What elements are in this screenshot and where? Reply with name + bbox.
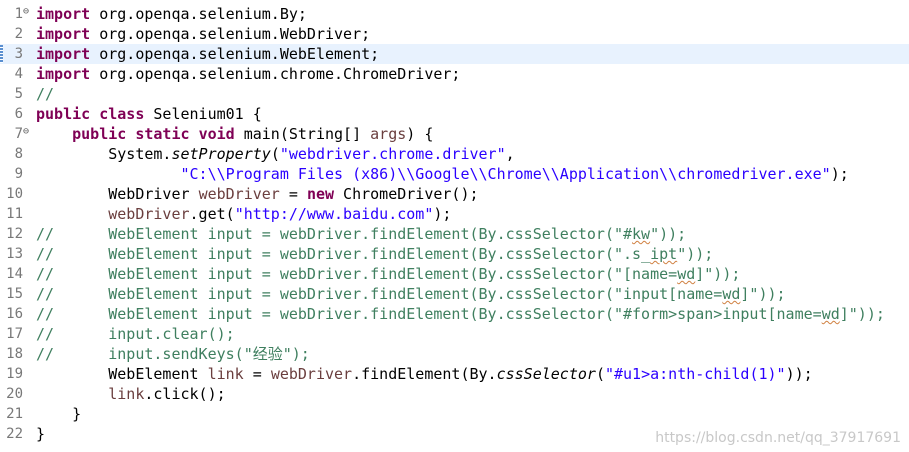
line-number: 1 xyxy=(14,6,23,22)
line-number: 3 xyxy=(14,46,23,62)
code-line[interactable]: 12 // WebElement input = webDriver.findEl… xyxy=(0,224,909,244)
code-text: // WebElement input = webDriver.findElem… xyxy=(36,305,885,323)
code-line[interactable]: 16 // WebElement input = webDriver.findEl… xyxy=(0,304,909,324)
code-text: import org.openqa.selenium.chrome.Chrome… xyxy=(36,65,461,83)
code-text: public static void main(String[] args) { xyxy=(72,125,434,143)
code-line[interactable]: 1 ⊖ import org.openqa.selenium.By; xyxy=(0,4,909,24)
code-text: System.setProperty("webdriver.chrome.dri… xyxy=(36,145,515,163)
line-number: 19 xyxy=(6,366,23,382)
code-line[interactable]: 8 System.setProperty("webdriver.chrome.d… xyxy=(0,144,909,164)
line-number: 6 xyxy=(14,106,23,122)
line-number: 16 xyxy=(6,306,23,322)
line-number: 8 xyxy=(14,146,23,162)
line-number: 17 xyxy=(6,326,23,342)
code-text: WebDriver webDriver = new ChromeDriver()… xyxy=(36,185,479,203)
code-line[interactable]: 20 link.click(); xyxy=(0,384,909,404)
code-line[interactable]: 7 ⊖ public static void main(String[] args… xyxy=(0,124,909,144)
code-line[interactable]: 2 import org.openqa.selenium.WebDriver; xyxy=(0,24,909,44)
line-number: 9 xyxy=(14,166,23,182)
code-line[interactable]: 11 webDriver.get("http://www.baidu.com")… xyxy=(0,204,909,224)
code-text: // WebElement input = webDriver.findElem… xyxy=(36,225,687,243)
line-number: 20 xyxy=(6,386,23,402)
code-text: // xyxy=(36,85,55,103)
code-text: // input.clear(); xyxy=(36,325,235,343)
code-line[interactable]: 9 "C:\\Program Files (x86)\\Google\\Chro… xyxy=(0,164,909,184)
code-text: WebElement link = webDriver.findElement(… xyxy=(36,365,813,383)
code-text: // input.sendKeys("经验"); xyxy=(36,345,310,363)
code-line[interactable]: 17 // input.clear(); xyxy=(0,324,909,344)
line-number: 2 xyxy=(14,26,23,42)
line-number: 7 xyxy=(14,126,23,142)
code-text: // WebElement input = webDriver.findElem… xyxy=(36,265,741,283)
code-text: "C:\\Program Files (x86)\\Google\\Chrome… xyxy=(180,165,849,183)
code-line[interactable]: 5 // xyxy=(0,84,909,104)
line-number: 14 xyxy=(6,266,23,282)
code-text: public class Selenium01 { xyxy=(36,105,262,123)
line-number: 18 xyxy=(6,346,23,362)
code-editor[interactable]: 1 ⊖ import org.openqa.selenium.By; 2 import … xyxy=(0,0,909,452)
code-line[interactable]: 4 import org.openqa.selenium.chrome.Chrom… xyxy=(0,64,909,84)
line-number: 10 xyxy=(6,186,23,202)
code-text: // WebElement input = webDriver.findElem… xyxy=(36,285,786,303)
line-number: 5 xyxy=(14,86,23,102)
line-number: 21 xyxy=(6,406,23,422)
code-line[interactable]: 14 // WebElement input = webDriver.findEl… xyxy=(0,264,909,284)
line-number: 12 xyxy=(6,226,23,242)
line-number: 13 xyxy=(6,246,23,262)
line-number: 22 xyxy=(6,426,23,442)
code-line[interactable]: 13 // WebElement input = webDriver.findEl… xyxy=(0,244,909,264)
code-text: // WebElement input = webDriver.findElem… xyxy=(36,245,714,263)
code-line[interactable]: 10 WebDriver webDriver = new ChromeDrive… xyxy=(0,184,909,204)
code-line[interactable]: 19 WebElement link = webDriver.findEleme… xyxy=(0,364,909,384)
code-line[interactable]: 15 // WebElement input = webDriver.findEl… xyxy=(0,284,909,304)
code-line[interactable]: 3 import org.openqa.selenium.WebElement; xyxy=(0,44,909,64)
line-number: 4 xyxy=(14,66,23,82)
code-text: } xyxy=(36,405,82,423)
code-text: } xyxy=(36,425,46,443)
code-text: import org.openqa.selenium.By; xyxy=(36,5,307,23)
code-line[interactable]: 18 // input.sendKeys("经验"); xyxy=(0,344,909,364)
line-number: 11 xyxy=(6,206,23,222)
line-number: 15 xyxy=(6,286,23,302)
code-line[interactable]: 21 } xyxy=(0,404,909,424)
code-text: link.click(); xyxy=(108,385,226,403)
watermark: https://blog.csdn.net/qq_37917691 xyxy=(655,430,901,446)
code-line[interactable]: 6 public class Selenium01 { xyxy=(0,104,909,124)
fold-toggle-icon[interactable]: ⊖ xyxy=(23,4,33,20)
code-text: import org.openqa.selenium.WebElement; xyxy=(36,45,380,63)
code-text: import org.openqa.selenium.WebDriver; xyxy=(36,25,371,43)
code-text: webDriver.get("http://www.baidu.com"); xyxy=(108,205,452,223)
fold-toggle-icon[interactable]: ⊖ xyxy=(23,124,33,140)
